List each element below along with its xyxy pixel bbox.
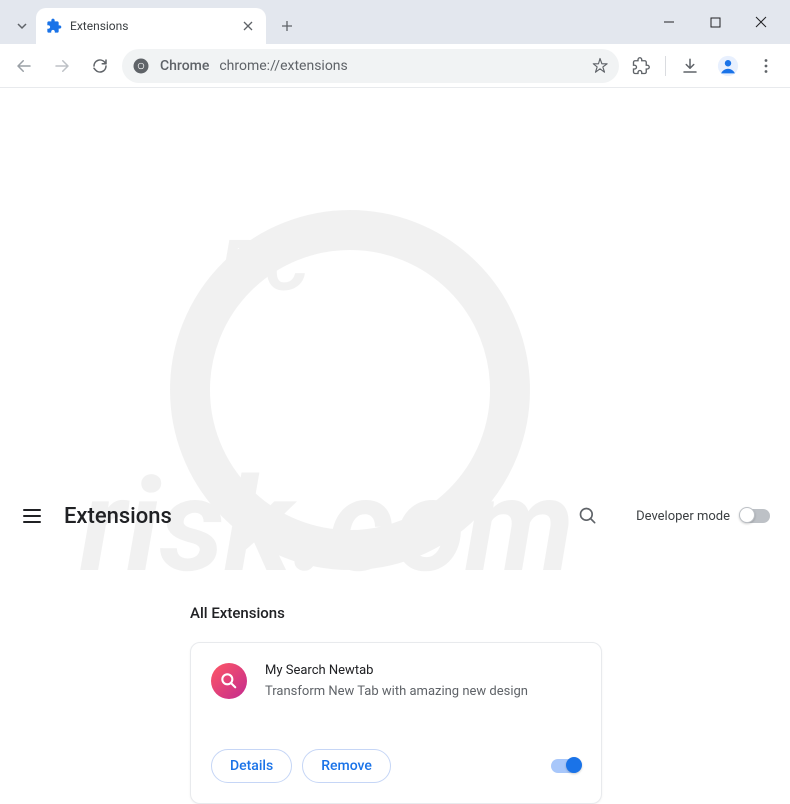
developer-mode-toggle[interactable] (740, 509, 770, 523)
toolbar-separator (665, 56, 666, 76)
extension-description: Transform New Tab with amazing new desig… (265, 684, 581, 699)
dots-vertical-icon (758, 58, 774, 74)
close-icon (755, 16, 767, 28)
extension-card: My Search Newtab Transform New Tab with … (190, 642, 602, 804)
minimize-icon (663, 16, 675, 28)
extensions-page: PCrisk.com Extensions Developer mode All… (0, 88, 790, 611)
tab-title: Extensions (70, 19, 232, 33)
svg-text:PC: PC (220, 226, 309, 308)
extension-enable-toggle[interactable] (551, 759, 581, 773)
chrome-logo-icon (132, 57, 150, 75)
chevron-down-icon (16, 20, 28, 32)
address-bar[interactable]: Chrome chrome://extensions (122, 49, 619, 83)
magnifier-icon (219, 671, 239, 691)
download-icon (681, 57, 699, 75)
page-header: Extensions Developer mode (0, 488, 790, 544)
window-titlebar: Extensions (0, 0, 790, 44)
extensions-button[interactable] (625, 50, 657, 82)
star-icon (591, 57, 609, 75)
extension-icon (211, 663, 247, 699)
maximize-icon (710, 17, 721, 28)
page-content: All Extensions My Search Newtab Transfor… (0, 544, 790, 804)
reload-button[interactable] (84, 50, 116, 82)
new-tab-button[interactable] (272, 11, 302, 41)
details-button[interactable]: Details (211, 749, 292, 783)
minimize-button[interactable] (648, 7, 690, 37)
address-prefix: Chrome (160, 58, 209, 74)
close-window-button[interactable] (740, 7, 782, 37)
extension-actions: Details Remove (211, 749, 581, 783)
arrow-left-icon (15, 57, 33, 75)
hamburger-menu-button[interactable] (20, 504, 44, 528)
extension-puzzle-icon (46, 18, 62, 34)
search-extensions-button[interactable] (576, 504, 600, 528)
remove-button[interactable]: Remove (302, 749, 391, 783)
hamburger-icon (22, 506, 42, 526)
menu-button[interactable] (750, 50, 782, 82)
puzzle-icon (632, 57, 650, 75)
forward-button[interactable] (46, 50, 78, 82)
extension-name: My Search Newtab (265, 663, 581, 678)
developer-mode-label: Developer mode (636, 509, 730, 524)
tab-close-button[interactable] (240, 18, 256, 34)
extension-info: My Search Newtab Transform New Tab with … (265, 663, 581, 699)
tab-search-dropdown[interactable] (8, 8, 36, 44)
maximize-button[interactable] (694, 7, 736, 37)
window-controls (648, 7, 782, 37)
reload-icon (91, 57, 109, 75)
bookmark-button[interactable] (591, 57, 609, 75)
close-icon (243, 21, 253, 31)
extension-header: My Search Newtab Transform New Tab with … (211, 663, 581, 699)
toggle-thumb (739, 507, 755, 523)
back-button[interactable] (8, 50, 40, 82)
arrow-right-icon (53, 57, 71, 75)
search-icon (578, 506, 598, 526)
page-title: Extensions (64, 504, 556, 529)
profile-button[interactable] (712, 50, 744, 82)
plus-icon (281, 20, 293, 32)
browser-tab[interactable]: Extensions (36, 8, 266, 44)
profile-icon (717, 55, 739, 77)
developer-mode-section: Developer mode (636, 509, 770, 524)
toggle-thumb (566, 757, 582, 773)
downloads-button[interactable] (674, 50, 706, 82)
address-url: chrome://extensions (219, 58, 581, 74)
section-title: All Extensions (190, 604, 790, 622)
browser-toolbar: Chrome chrome://extensions (0, 44, 790, 88)
